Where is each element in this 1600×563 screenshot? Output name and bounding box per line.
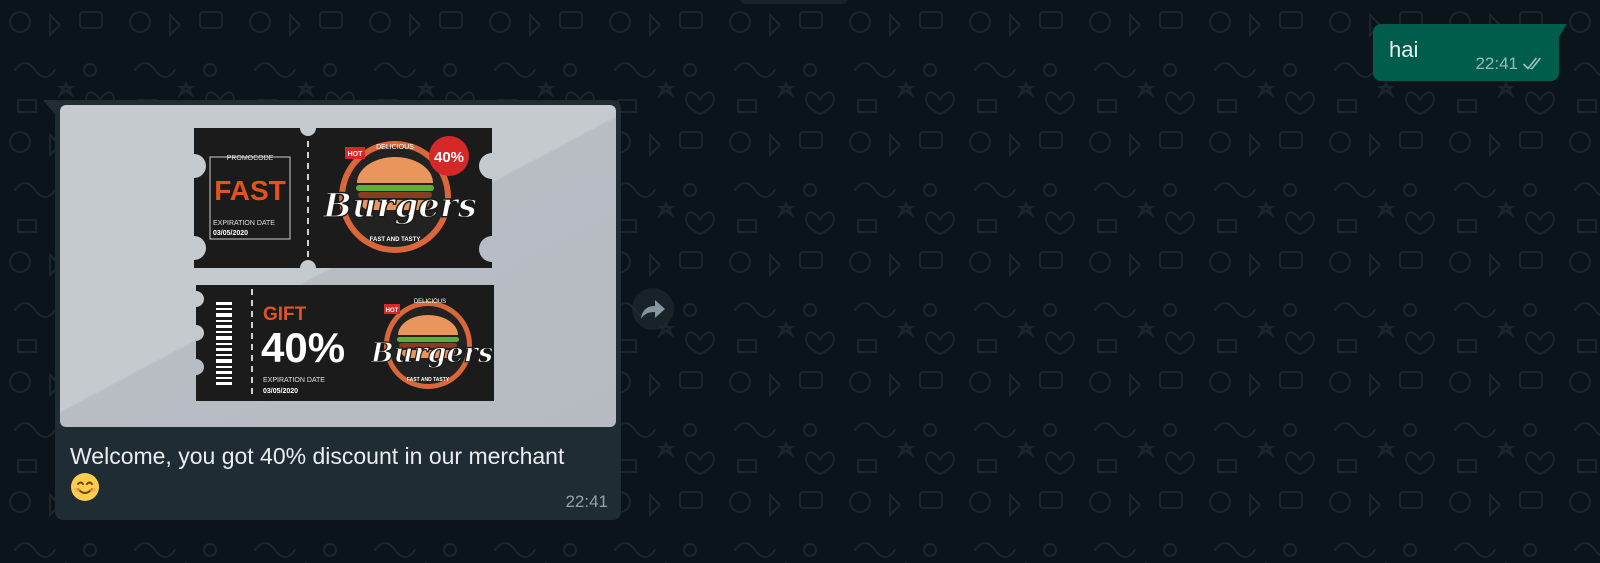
incoming-message-time: 22:41 (565, 492, 608, 511)
smiling-face-emoji-icon (71, 473, 99, 501)
expiration-date: 03/05/2020 (263, 388, 298, 395)
coupon-bottom: GIFT 40% EXPIRATION DATE 03/05/2020 HOT … (196, 285, 494, 401)
caption-text: Welcome, you got 40% discount in our mer… (70, 443, 565, 469)
expiration-label: EXPIRATION DATE (213, 220, 275, 227)
outgoing-message-time: 22:41 (1475, 54, 1518, 73)
discount-badge-text: 40% (434, 149, 464, 166)
coupon-image[interactable]: PROMOCODE FAST EXPIRATION DATE 03/05/202… (60, 105, 616, 427)
promo-label: PROMOCODE (227, 155, 274, 162)
outgoing-message-bubble[interactable]: hai 22:41 (1373, 24, 1567, 81)
scroll-pill (740, 0, 848, 4)
expiration-date: 03/05/2020 (213, 230, 248, 237)
outgoing-message-meta: 22:41 (1475, 54, 1545, 74)
promo-code: FAST (214, 175, 286, 206)
incoming-message-caption: Welcome, you got 40% discount in our mer… (70, 440, 615, 504)
coupon-top: PROMOCODE FAST EXPIRATION DATE 03/05/202… (194, 128, 492, 268)
delicious-tag: DELICIOUS (376, 144, 414, 151)
barcode-icon (216, 302, 232, 385)
double-check-icon (1523, 57, 1541, 70)
gift-label: GIFT (263, 304, 307, 325)
forward-icon (641, 300, 665, 319)
bubble-tail-icon (43, 100, 55, 114)
hot-badge: HOT (348, 151, 364, 158)
coupon-illustration: PROMOCODE FAST EXPIRATION DATE 03/05/202… (194, 128, 494, 401)
brand-logo-text: Burgers (322, 186, 477, 226)
bubble-tail-icon (1559, 24, 1567, 37)
incoming-message-bubble[interactable]: PROMOCODE FAST EXPIRATION DATE 03/05/202… (43, 100, 621, 520)
outgoing-message-text: hai (1389, 37, 1419, 62)
delicious-tag: DELICIOUS (414, 299, 446, 305)
forward-button[interactable] (632, 288, 674, 330)
slogan-text: FAST AND TASTY (407, 377, 450, 383)
brand-logo-text: Burgers (370, 338, 493, 369)
expiration-label: EXPIRATION DATE (263, 377, 325, 384)
gift-discount: 40% (261, 324, 345, 371)
hot-badge: HOT (386, 308, 399, 314)
slogan-text: FAST AND TASTY (370, 237, 421, 243)
